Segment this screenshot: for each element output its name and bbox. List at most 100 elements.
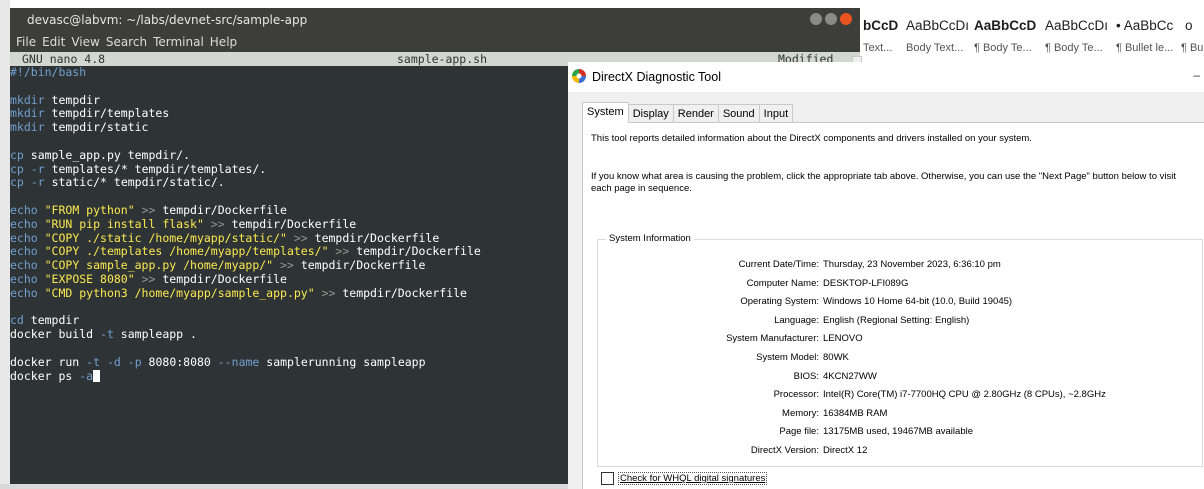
style-name[interactable]: ¶ Bullet le...	[1116, 42, 1173, 54]
code-token: echo	[10, 216, 38, 231]
desktop-left-edge	[0, 0, 10, 489]
info-row: Computer Name: DESKTOP-LFI089G	[598, 278, 1202, 292]
code-token: >>	[203, 216, 232, 231]
info-value: DirectX 12	[823, 445, 868, 456]
style-preview[interactable]: AaBbCcDı	[906, 18, 969, 33]
terminal-menubar: File Edit View Search Terminal Help	[10, 32, 860, 52]
dxdiag-window[interactable]: DirectX Diagnostic Tool – System Display…	[568, 62, 1204, 489]
code-token: -t	[86, 354, 101, 369]
whql-checkbox[interactable]	[601, 472, 614, 485]
style-preview[interactable]: • AaBbCc	[1116, 18, 1173, 33]
code-token: sampleapp .	[113, 327, 197, 342]
minimize-button[interactable]: –	[1193, 68, 1200, 82]
code-token: >>	[134, 202, 163, 217]
tab-render[interactable]: Render	[672, 104, 719, 123]
code-token: -t	[100, 327, 114, 342]
code-token: echo	[10, 244, 38, 259]
tab-display[interactable]: Display	[627, 104, 674, 123]
code-token: "FROM python"	[37, 202, 135, 217]
code-token: echo	[10, 258, 38, 273]
info-label: Processor:	[773, 389, 819, 401]
code-token: mkdir	[10, 92, 45, 107]
style-preview[interactable]: bCcD	[863, 18, 898, 33]
code-token: -r	[30, 161, 45, 176]
style-preview[interactable]: o	[1185, 18, 1193, 33]
code-token: "EXPOSE 8080"	[37, 271, 135, 286]
info-label: Memory:	[782, 407, 819, 419]
code-token: 8080:8080	[141, 354, 218, 369]
terminal-titlebar[interactable]: devasc@labvm: ~/labs/devnet-src/sample-a…	[10, 8, 860, 32]
info-row: System Model: 80WK	[598, 352, 1202, 366]
code-token: cd	[10, 313, 24, 328]
code-token: docker ps	[10, 368, 80, 383]
window-controls	[810, 13, 852, 25]
nano-filename: sample-app.sh	[397, 52, 488, 66]
code-token: >>	[134, 271, 163, 286]
dxdiag-tabs: System Display Render Sound Input	[582, 102, 794, 123]
code-token: docker build	[10, 327, 101, 342]
style-preview[interactable]: AaBbCcD	[974, 18, 1036, 33]
code-token: echo	[10, 230, 38, 245]
menu-edit[interactable]: Edit	[42, 32, 65, 52]
group-title: System Information	[606, 233, 694, 244]
whql-check[interactable]: Check for WHQL digital signatures	[601, 472, 768, 485]
code-token: >>	[273, 258, 301, 273]
info-label: Language:	[774, 314, 819, 326]
style-name[interactable]: Text...	[863, 42, 892, 54]
style-name[interactable]: ¶ Body Te...	[1045, 42, 1103, 54]
info-row: Current Date/Time: Thursday, 23 November …	[598, 259, 1202, 273]
terminal-title: devasc@labvm: ~/labs/devnet-src/sample-a…	[27, 13, 308, 27]
dxdiag-titlebar[interactable]: DirectX Diagnostic Tool –	[568, 62, 1204, 92]
info-value: LENOVO	[823, 333, 863, 345]
code-token: cp	[10, 161, 24, 176]
system-tab-panel: This tool reports detailed information a…	[582, 122, 1204, 489]
intro-help-text: If you know what area is causing the pro…	[591, 171, 1176, 194]
code-token: tempdir/Dockerfile	[162, 271, 287, 286]
code-token: >>	[286, 230, 315, 245]
code-token: tempdir/Dockerfile	[231, 216, 357, 231]
code-token: "COPY ./static /home/myapp/static/"	[37, 230, 287, 245]
menu-help[interactable]: Help	[210, 32, 237, 52]
word-styles-gallery: bCcD Text... AaBbCcDı Body Text... AaBbC…	[860, 0, 1204, 62]
style-name[interactable]: Body Text...	[906, 42, 963, 54]
menu-search[interactable]: Search	[106, 32, 147, 52]
code-token: >>	[314, 285, 343, 300]
minimize-icon[interactable]	[810, 13, 822, 25]
tab-system[interactable]: System	[582, 102, 629, 123]
info-row: Processor: Intel(R) Core(TM) i7-7700HQ CP…	[598, 389, 1202, 403]
info-label: Page file:	[779, 426, 819, 438]
code-token: -d	[106, 354, 121, 369]
code-token: tempdir/Dockerfile	[314, 230, 440, 245]
code-token: #!/bin/bash	[10, 65, 87, 79]
info-row: Page file: 13175MB used, 19467MB availabl…	[598, 426, 1202, 440]
menu-view[interactable]: View	[71, 32, 99, 52]
code-token: "RUN pip install flask"	[37, 216, 204, 231]
style-name[interactable]: ¶ Bu	[1181, 42, 1203, 54]
menu-terminal[interactable]: Terminal	[153, 32, 204, 52]
whql-label[interactable]: Check for WHQL digital signatures	[618, 472, 768, 485]
menu-file[interactable]: File	[16, 32, 36, 52]
code-token: "COPY sample_app.py /home/myapp/"	[37, 258, 274, 273]
close-icon[interactable]	[840, 13, 852, 25]
text-cursor	[93, 369, 101, 382]
code-token: mkdir	[10, 120, 45, 135]
code-token: tempdir/Dockerfile	[356, 244, 481, 259]
info-value: Intel(R) Core(TM) i7-7700HQ CPU @ 2.80GH…	[823, 389, 1106, 401]
maximize-icon[interactable]	[825, 13, 837, 25]
code-token: echo	[10, 202, 38, 217]
code-token: "COPY ./templates /home/myapp/templates/…	[37, 244, 329, 259]
info-label: BIOS:	[793, 370, 819, 382]
tab-sound[interactable]: Sound	[717, 104, 760, 123]
info-label: System Model:	[756, 352, 819, 363]
code-token: tempdir/Dockerfile	[342, 285, 467, 300]
style-preview[interactable]: AaBbCcDı	[1045, 18, 1108, 33]
style-name[interactable]: ¶ Body Te...	[974, 42, 1032, 54]
tab-input[interactable]: Input	[758, 104, 794, 123]
info-label: System Manufacturer:	[726, 333, 819, 345]
code-token: tempdir/templates	[44, 106, 170, 121]
code-token: echo	[10, 271, 38, 286]
